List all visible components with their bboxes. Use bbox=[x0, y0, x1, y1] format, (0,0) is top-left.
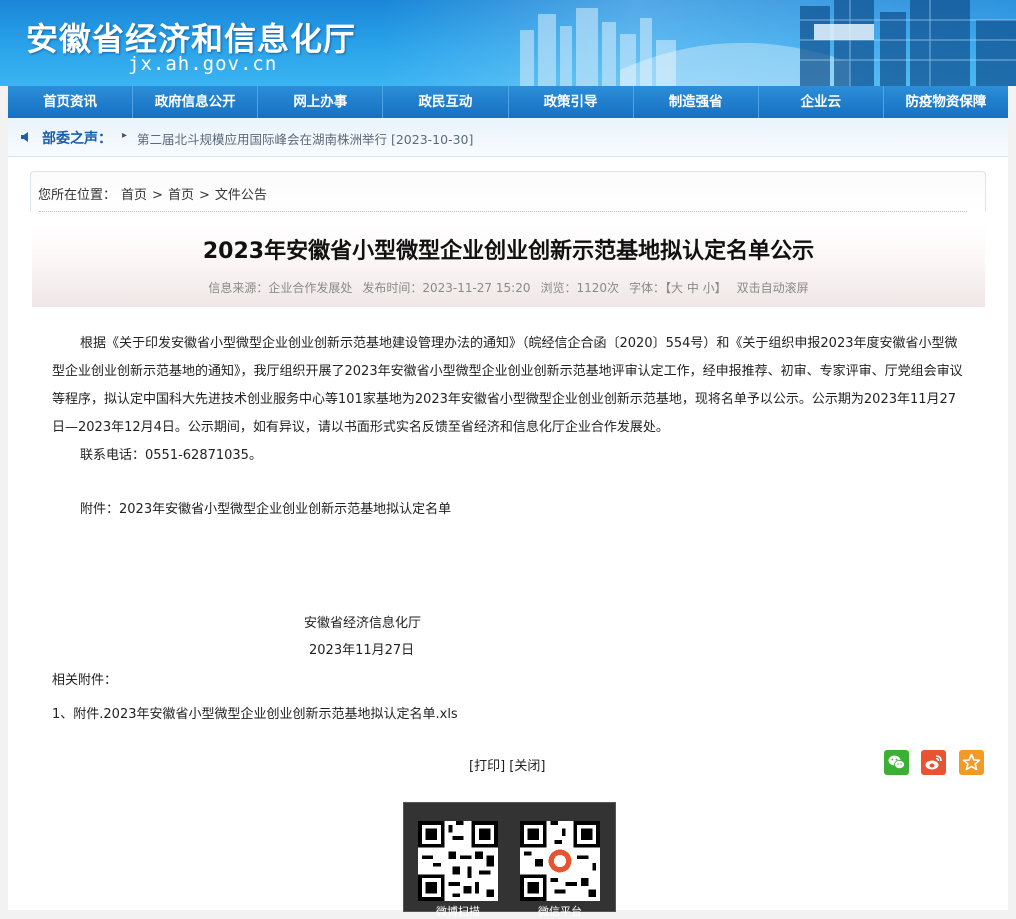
signature-date: 2023年11月27日 bbox=[309, 643, 415, 658]
nav-item-gov-info[interactable]: 政府信息公开 bbox=[133, 86, 259, 118]
add-favorite-button[interactable] bbox=[959, 750, 984, 775]
article-title: 2023年安徽省小型微型企业创业创新示范基地拟认定名单公示 bbox=[202, 239, 815, 264]
print-button[interactable]: [打印] bbox=[469, 759, 505, 774]
meta-views: 浏览：1120次 bbox=[540, 281, 620, 295]
article-body: 根据《关于印发安徽省小型微型企业创业创新示范基地建设管理办法的通知》（皖经信企合… bbox=[52, 330, 964, 470]
article-contact: 联系电话：0551-62871035。 bbox=[80, 448, 262, 463]
qr-caption-wechat: 微信平台 bbox=[538, 905, 582, 918]
article-header: 2023年安徽省小型微型企业创业创新示范基地拟认定名单公示 信息来源：企业合作发… bbox=[32, 223, 985, 307]
meta-source: 信息来源：企业合作发展处 bbox=[208, 281, 353, 295]
divider bbox=[39, 211, 967, 212]
nav-item-manufacturing[interactable]: 制造强省 bbox=[634, 86, 759, 118]
meta-publish-time: 发布时间：2023-11-27 15:20 bbox=[362, 281, 531, 295]
breadcrumb-home-link[interactable]: 首页 bbox=[121, 188, 147, 203]
site-banner: 安徽省经济和信息化厅 jx.ah.gov.cn bbox=[0, 0, 1016, 86]
nav-item-epidemic-supplies[interactable]: 防疫物资保障 bbox=[884, 86, 1008, 118]
meta-font-label: 字体： bbox=[629, 281, 666, 295]
ticker-arrow-icon: ▸ bbox=[122, 130, 128, 141]
breadcrumb-home-link-2[interactable]: 首页 bbox=[168, 188, 194, 203]
close-button[interactable]: [关闭] bbox=[509, 759, 545, 774]
breadcrumb-box: 您所在位置： 首页 > 首页 > 文件公告 bbox=[30, 171, 986, 212]
article-paragraph: 根据《关于印发安徽省小型微型企业创业创新示范基地建设管理办法的通知》（皖经信企合… bbox=[52, 336, 963, 435]
site-domain: jx.ah.gov.cn bbox=[128, 53, 278, 75]
nav-item-online-services[interactable]: 网上办事 bbox=[258, 86, 384, 118]
autoscroll-toggle[interactable]: 双击自动滚屏 bbox=[737, 281, 809, 295]
city-skyline-image bbox=[520, 0, 1016, 86]
qr-code-image bbox=[418, 821, 498, 901]
font-size-switcher[interactable]: 【大 中 小】 bbox=[665, 281, 727, 295]
breadcrumb-current[interactable]: 文件公告 bbox=[215, 188, 267, 203]
qr-code-panel: 微博扫描 微信平台 bbox=[403, 802, 616, 918]
content-panel: 您所在位置： 首页 > 首页 > 文件公告 2023年安徽省小型微型企业创业创新示范基地拟… bbox=[8, 157, 1008, 918]
article-actions: [打印] [关闭] bbox=[469, 755, 545, 774]
breadcrumb: 您所在位置： 首页 > 首页 > 文件公告 bbox=[38, 184, 272, 203]
news-ticker: 部委之声： ▸ 第二届北斗规模应用国际峰会在湖南株洲举行 [2023-10-30… bbox=[8, 118, 1008, 157]
weibo-icon bbox=[925, 755, 942, 770]
star-icon bbox=[962, 753, 981, 771]
article-meta: 信息来源：企业合作发展处 发布时间：2023-11-27 15:20 浏览：1120… bbox=[32, 279, 985, 296]
related-attachment-link[interactable]: 1、附件.2023年安徽省小型微型企业创业创新示范基地拟认定名单.xls bbox=[52, 703, 458, 722]
speaker-icon bbox=[21, 132, 28, 142]
nav-item-enterprise-cloud[interactable]: 企业云 bbox=[759, 86, 884, 118]
share-weibo-button[interactable] bbox=[921, 750, 946, 775]
nav-item-interaction[interactable]: 政民互动 bbox=[383, 86, 509, 118]
ticker-label: 部委之声： bbox=[42, 131, 112, 147]
breadcrumb-prefix: 您所在位置： bbox=[38, 188, 117, 203]
nav-item-policy[interactable]: 政策引导 bbox=[509, 86, 634, 118]
share-wechat-button[interactable] bbox=[884, 750, 909, 775]
related-attachments-label: 相关附件： bbox=[52, 673, 118, 688]
main-nav: 首页资讯 政府信息公开 网上办事 政民互动 政策引导 制造强省 企业云 防疫物资… bbox=[8, 86, 1008, 118]
attachment-note: 附件：2023年安徽省小型微型企业创业创新示范基地拟认定名单 bbox=[80, 502, 452, 517]
wechat-icon bbox=[888, 755, 905, 770]
qr-caption-weibo: 微博扫描 bbox=[436, 905, 480, 918]
nav-item-home-news[interactable]: 首页资讯 bbox=[8, 86, 134, 118]
breadcrumb-separator: > bbox=[198, 188, 210, 203]
ticker-news-link[interactable]: 第二届北斗规模应用国际峰会在湖南株洲举行 [2023-10-30] bbox=[137, 129, 473, 148]
breadcrumb-separator: > bbox=[152, 188, 163, 203]
signature-org: 安徽省经济信息化厅 bbox=[304, 616, 422, 631]
qr-code-image bbox=[520, 821, 600, 901]
